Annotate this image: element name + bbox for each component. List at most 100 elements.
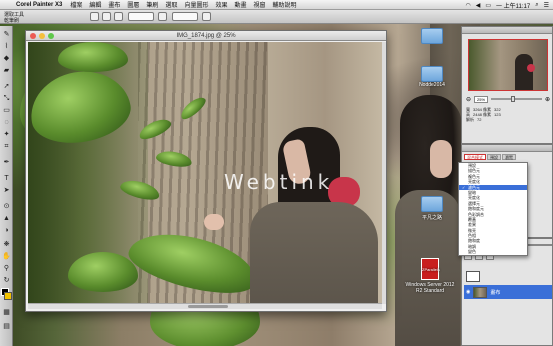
- lasso-tool-icon[interactable]: ◌: [2, 118, 11, 127]
- pen-tool-icon[interactable]: ✒: [2, 158, 11, 167]
- blend-panel-header[interactable]: [462, 145, 552, 152]
- document-info: 寬 3264 像素 322 高 2448 像素 123 解析 72: [466, 107, 550, 122]
- thumbnail-figure: [515, 54, 533, 90]
- shape-select-icon[interactable]: ➤: [2, 186, 11, 195]
- eraser-tool-icon[interactable]: ▰: [2, 66, 11, 75]
- rotate-page-icon[interactable]: ↻: [2, 276, 11, 285]
- canvas-hand: [204, 214, 224, 230]
- menu-help[interactable]: 輔助說明: [273, 0, 297, 9]
- menu-window[interactable]: 視窗: [254, 0, 266, 9]
- text-tool-icon[interactable]: T: [2, 174, 11, 183]
- zoom-in-icon[interactable]: ⊕: [545, 96, 550, 103]
- folder-icon: [421, 196, 443, 212]
- layer-row[interactable]: [464, 269, 552, 283]
- paint-bucket-icon[interactable]: ◆: [2, 54, 11, 63]
- zoom-slider-handle[interactable]: [511, 96, 516, 102]
- spotlight-icon[interactable]: ⌕: [535, 2, 538, 9]
- menu-select[interactable]: 選取: [165, 0, 177, 9]
- dodge-tool-icon[interactable]: ◑: [2, 226, 11, 235]
- layer-row-canvas[interactable]: ◉ 畫布: [464, 285, 552, 299]
- menubar-clock[interactable]: 一 上午11:17: [496, 1, 530, 10]
- resolution-value: 72: [477, 117, 482, 122]
- reset-tool-icon[interactable]: [90, 12, 99, 21]
- blend-option[interactable]: 變色: [459, 249, 527, 254]
- volume-icon[interactable]: ◀: [476, 2, 481, 9]
- document-title: IMG_1874.jpg @ 25%: [176, 33, 236, 39]
- rectangle-select-icon[interactable]: ▭: [2, 106, 11, 115]
- selection-options-select[interactable]: [172, 12, 198, 21]
- navigator-panel-header[interactable]: [462, 27, 552, 34]
- horizontal-scrollbar[interactable]: [28, 303, 382, 309]
- vm-badge-text: ZParallels: [422, 267, 440, 272]
- height-value: 2448 像素: [473, 112, 492, 117]
- document-titlebar[interactable]: IMG_1874.jpg @ 25%: [26, 31, 386, 41]
- menu-effects[interactable]: 效果: [215, 0, 227, 9]
- navigator-thumbnail[interactable]: [468, 39, 548, 91]
- desktop-folder-pingfan[interactable]: 平凡之路: [412, 196, 452, 221]
- tab-blend-mode[interactable]: 混合模式: [464, 154, 486, 160]
- magic-wand-icon[interactable]: ✦: [2, 130, 11, 139]
- vertical-scrollbar[interactable]: [382, 42, 386, 304]
- marquee-rect-icon[interactable]: [102, 12, 111, 21]
- transform-tool-icon[interactable]: ⤡: [2, 94, 11, 103]
- brush-tool-icon[interactable]: ✎: [2, 30, 11, 39]
- notification-icon[interactable]: ☰: [544, 2, 549, 9]
- clone-tool-icon[interactable]: ⊙: [2, 202, 11, 211]
- feather-icon[interactable]: [202, 12, 211, 21]
- wifi-icon[interactable]: ◠: [465, 2, 470, 9]
- zoom-slider[interactable]: [491, 96, 542, 102]
- tab-default[interactable]: 預設: [487, 154, 501, 160]
- zoom-field[interactable]: 25%: [474, 95, 489, 103]
- layer-thumbnail: [473, 286, 488, 298]
- menu-edit[interactable]: 編輯: [89, 0, 101, 9]
- document-window: IMG_1874.jpg @ 25% Webtink: [25, 30, 387, 312]
- menu-bar: Corel Painter X3 檔案 編輯 畫布 圖層 筆刷 選取 向量圖形 …: [0, 0, 553, 10]
- apple-menu-icon[interactable]: [4, 1, 12, 9]
- desktop-screen: Corel Painter X3 檔案 編輯 畫布 圖層 筆刷 選取 向量圖形 …: [0, 0, 553, 346]
- zoom-out-icon[interactable]: ⊖: [466, 96, 471, 103]
- menu-shapes[interactable]: 向量圖形: [184, 0, 208, 9]
- menu-movie[interactable]: 動畫: [234, 0, 246, 9]
- lasso-icon[interactable]: [158, 12, 167, 21]
- scrollbar-thumb[interactable]: [188, 305, 228, 308]
- tab-browse[interactable]: 瀏覽: [502, 154, 516, 160]
- blend-option-selected[interactable]: 濾色元: [459, 184, 527, 190]
- menu-file[interactable]: 檔案: [70, 0, 82, 9]
- navigator-controls: ⊖ 25% ⊕: [466, 95, 550, 103]
- folder-icon: [421, 28, 443, 44]
- app-name-menu[interactable]: Corel Painter X3: [16, 2, 62, 8]
- desktop-windows-server-vm[interactable]: ZParallels Windows Server 2012 R2 Standa…: [402, 258, 458, 294]
- divine-proportion-icon[interactable]: ❋: [2, 240, 11, 249]
- menu-brushes[interactable]: 筆刷: [146, 0, 158, 9]
- folder-icon: [421, 66, 443, 82]
- battery-icon[interactable]: ▭: [485, 2, 491, 9]
- desktop-folder[interactable]: [412, 28, 452, 46]
- paper-selector-icon[interactable]: ▦: [2, 308, 11, 317]
- layer-adjuster-icon[interactable]: ➚: [2, 82, 11, 91]
- navigator-panel: ⊖ 25% ⊕ 寬 3264 像素 322 高 2448 像素 123 解析 72: [461, 26, 553, 144]
- coord-y: 123: [494, 112, 501, 117]
- desktop-icon-label: Windows Server 2012 R2 Standard: [405, 282, 455, 294]
- resolution-label: 解析: [466, 117, 474, 122]
- magnifier-icon[interactable]: ⚲: [2, 264, 11, 273]
- marquee-oval-icon[interactable]: [114, 12, 123, 21]
- status-menu-area: ◠ ◀ ▭ 一 上午11:17 ⌕ ☰: [465, 0, 549, 10]
- visibility-eye-icon[interactable]: ◉: [466, 289, 470, 295]
- parallels-vm-icon: ZParallels: [421, 258, 440, 280]
- rubber-stamp-icon[interactable]: ▲: [2, 214, 11, 223]
- blend-mode-dropdown: 預設 描色元 複色元 亮度化 濾色元 變暗 亮度化 選擇元 飽和度元 色彩調合 …: [458, 162, 528, 256]
- thumbnail-hood: [527, 64, 535, 72]
- dropper-tool-icon[interactable]: ⌇: [2, 42, 11, 51]
- pattern-selector-icon[interactable]: ▤: [2, 322, 11, 331]
- desktop-icon-label: 平凡之路: [421, 215, 442, 221]
- toolbox: ✎ ⌇ ◆ ▰ ➚ ⤡ ▭ ◌ ✦ ⌗ ✒ T ➤ ⊙ ▲ ◑ ❋ ✋ ⚲ ↻ …: [0, 26, 13, 346]
- menu-canvas[interactable]: 畫布: [108, 0, 120, 9]
- image-canvas[interactable]: Webtink: [28, 42, 382, 304]
- menu-layers[interactable]: 圖層: [127, 0, 139, 9]
- crop-tool-icon[interactable]: ⌗: [2, 142, 11, 151]
- additional-color-swatch[interactable]: [4, 292, 12, 300]
- desktop-folder-nodde2014[interactable]: Nodde2014: [412, 82, 452, 88]
- selection-mode-select[interactable]: [128, 12, 154, 21]
- grabber-hand-icon[interactable]: ✋: [2, 252, 11, 261]
- current-brush-label: 乾筆刷: [4, 18, 20, 24]
